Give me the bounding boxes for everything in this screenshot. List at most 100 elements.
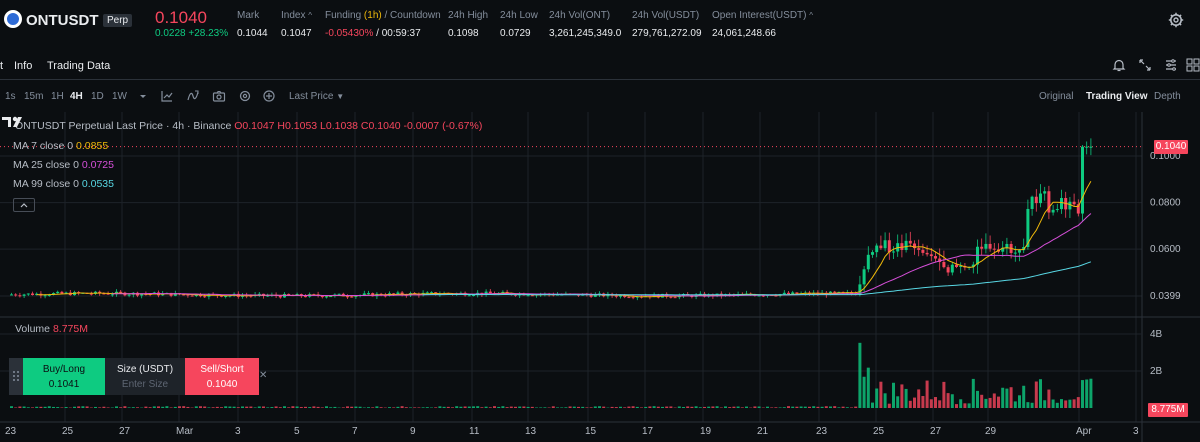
volume-bar: [934, 397, 937, 408]
volume-bar: [862, 376, 866, 408]
volume-bar: [375, 406, 379, 408]
volume-bar: [770, 407, 774, 408]
ticker-bar: ONTUSDT Perp 0.1040 0.0228 +28.23% Mark …: [0, 0, 1200, 48]
volume-bar: [262, 406, 265, 408]
volume-bar: [493, 406, 496, 408]
date-axis-label: 7: [352, 426, 358, 437]
candle-body: [946, 267, 950, 273]
timeframe-15m[interactable]: 15m: [24, 91, 43, 102]
volume-bar: [1043, 400, 1047, 408]
volume-bar: [799, 406, 803, 408]
price-type-select[interactable]: Last Price ▼: [289, 91, 344, 102]
timeframe-1w[interactable]: 1W: [112, 91, 127, 102]
volume-bar: [896, 396, 900, 408]
price-type-chevron-down-icon: ▼: [336, 92, 345, 101]
volume-bar: [64, 407, 68, 408]
volume-bar: [367, 407, 370, 408]
sell-short-button[interactable]: Sell/Short 0.1040: [185, 358, 259, 395]
tradingview-logo-icon[interactable]: [0, 112, 32, 132]
buy-long-button[interactable]: Buy/Long 0.1041: [23, 358, 105, 395]
symbol-name[interactable]: ONTUSDT: [26, 12, 99, 29]
volume-bar: [320, 407, 324, 408]
bell-icon[interactable]: [1112, 58, 1126, 72]
stat-24h-high: 24h High 0.1098: [448, 10, 489, 39]
view-trading-view[interactable]: Trading View: [1086, 91, 1148, 102]
candle-body: [1039, 193, 1042, 204]
tab-info[interactable]: Info: [14, 60, 32, 72]
volume-bar: [270, 407, 274, 408]
view-original[interactable]: Original: [1039, 91, 1073, 102]
indicators-icon[interactable]: [186, 89, 200, 103]
chart-settings-icon[interactable]: [238, 89, 252, 103]
volume-bar: [593, 406, 597, 408]
volume-bar: [207, 407, 211, 408]
view-depth[interactable]: Depth: [1154, 91, 1181, 102]
stat-index[interactable]: Index ^ 0.1047: [281, 10, 312, 39]
timeframe-4h[interactable]: 4H: [70, 91, 83, 102]
candle-body: [879, 245, 883, 249]
date-axis-label: 13: [525, 426, 537, 437]
volume-bar: [551, 406, 555, 408]
volume-bar: [854, 406, 858, 408]
volume-bar: [929, 399, 933, 408]
volume-bar: [182, 406, 186, 408]
candle-body: [10, 294, 13, 296]
volume-bar: [1001, 387, 1005, 408]
timeframe-1s[interactable]: 1s: [5, 91, 16, 102]
candle-type-icon[interactable]: [160, 89, 174, 103]
volume-bar: [409, 407, 412, 408]
candle-body: [1018, 250, 1021, 253]
volume-bar: [976, 390, 979, 408]
replay-icon[interactable]: [262, 89, 276, 103]
candle-body: [988, 243, 992, 249]
date-axis-label: 21: [757, 426, 769, 437]
stat-24h-vol-ont: 24h Vol(ONT) 3,261,245,349.0: [549, 10, 622, 39]
volume-bar: [488, 407, 492, 408]
tab-trading-data[interactable]: Trading Data: [47, 60, 110, 72]
tab-chart[interactable]: t: [0, 60, 3, 72]
volume-bar: [824, 406, 828, 408]
candle-body: [1072, 201, 1076, 205]
volume-bar: [850, 407, 853, 408]
candle-body: [934, 256, 937, 259]
candle-body: [396, 292, 400, 294]
candle-body: [887, 240, 891, 253]
candle-body: [669, 296, 673, 298]
settings-icon[interactable]: [1164, 58, 1178, 72]
candle-body: [862, 269, 866, 285]
camera-icon[interactable]: [212, 89, 226, 103]
drag-handle-icon[interactable]: [9, 358, 23, 395]
volume-bar: [253, 407, 257, 408]
timeframe-1d[interactable]: 1D: [91, 91, 104, 102]
volume-bar: [119, 407, 123, 408]
ma99-legend: MA 99 close 0 0.0535: [13, 178, 114, 190]
volume-bar: [766, 406, 769, 408]
volume-bar: [539, 407, 543, 408]
candle-body: [467, 295, 471, 297]
candle-body: [1060, 198, 1063, 210]
expand-icon[interactable]: [1138, 58, 1152, 72]
volume-bar: [194, 406, 198, 408]
gear-icon[interactable]: [1168, 12, 1184, 28]
collapse-legend-button[interactable]: [13, 198, 35, 212]
size-input[interactable]: Size (USDT) Enter Size: [105, 358, 185, 395]
volume-bar: [950, 394, 954, 408]
volume-bar: [631, 406, 635, 408]
close-icon[interactable]: ✕: [259, 370, 269, 381]
volume-bar: [984, 398, 988, 408]
candle-body: [1081, 146, 1084, 214]
volume-bar: [131, 407, 135, 408]
volume-bar: [971, 378, 975, 408]
volume-bar: [694, 406, 698, 408]
volume-bar: [518, 406, 522, 408]
candle-body: [362, 293, 366, 295]
volume-bar: [635, 406, 639, 408]
stat-open-interest[interactable]: Open Interest(USDT) ^ 24,061,248.66: [712, 10, 813, 39]
volume-bar: [257, 406, 261, 408]
grid-icon[interactable]: [1186, 58, 1200, 72]
volume-bar: [904, 388, 908, 408]
timeframe-chevron-down-icon[interactable]: [136, 89, 150, 103]
timeframe-1h[interactable]: 1H: [51, 91, 64, 102]
volume-bar: [316, 406, 320, 408]
volume-bar: [1076, 397, 1080, 408]
